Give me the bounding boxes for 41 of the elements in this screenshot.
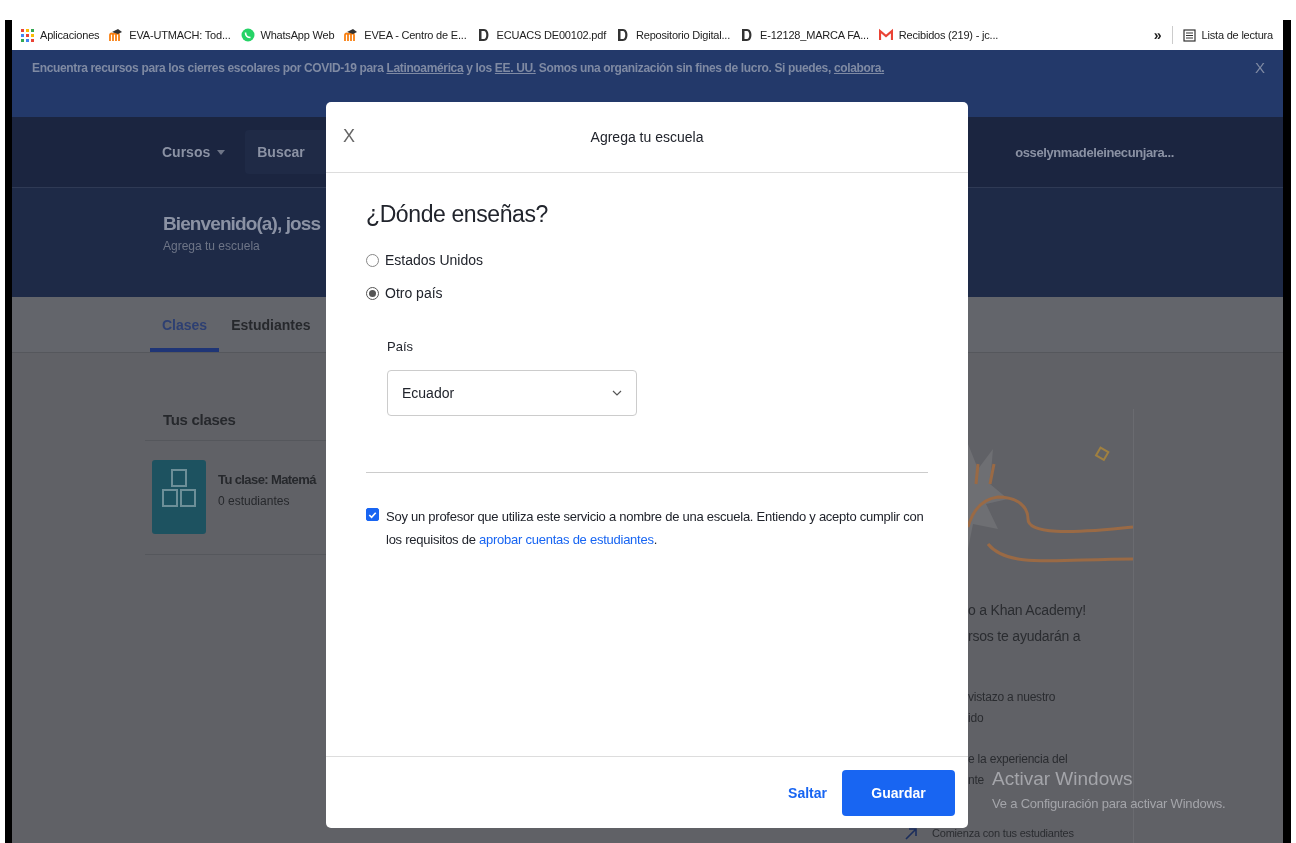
notice-text: Ve a Configuración para activar Windows. — [992, 796, 1226, 811]
cubes-icon — [152, 460, 206, 534]
reading-list-button[interactable]: Lista de lectura — [1182, 28, 1273, 42]
user-name[interactable]: osselynmadeleinecunjara... — [1015, 144, 1174, 160]
notice-title: Activar Windows — [992, 768, 1134, 790]
welcome-subtitle: Agrega tu escuela — [163, 239, 261, 253]
bookmark[interactable]: Repositorio Digital... — [616, 28, 731, 42]
skip-button[interactable]: Saltar — [786, 784, 829, 801]
letter-d-icon — [476, 28, 491, 42]
chevron-icon — [612, 390, 622, 396]
field-label: País — [387, 339, 414, 354]
bookmark[interactable]: Aplicaciones — [20, 28, 100, 42]
bookmark[interactable]: EVEA - Centro de E... — [344, 28, 467, 42]
arrow-icon — [905, 827, 917, 840]
student-count: 0 estudiantes — [218, 494, 291, 508]
chat-bubble-icon — [240, 28, 255, 42]
dialog-title: Agrega tu escuela — [590, 129, 704, 145]
more-bookmarks-button[interactable]: » — [1153, 27, 1162, 43]
country-dropdown[interactable]: Ecuador — [387, 370, 637, 416]
hat-logo-icon — [344, 28, 359, 42]
option-label[interactable]: Estados Unidos — [385, 252, 484, 268]
close-button[interactable]: X — [343, 126, 355, 147]
courses-menu[interactable]: Cursos — [162, 144, 226, 160]
agreement-text: Soy un profesor que utiliza este servicio a nombre de una escuela. Entiendo y acepto cumplir con los requisitos de aprobar cuentas de estudiantes. — [386, 508, 925, 549]
apps-grid-icon — [20, 28, 34, 42]
bookmark[interactable]: WhatsApp Web — [240, 28, 335, 42]
checkbox[interactable] — [366, 508, 379, 521]
bookmark[interactable]: E-12128_MARCA FA... — [740, 28, 869, 42]
list-icon — [1182, 28, 1196, 42]
hat-logo-icon — [109, 28, 124, 42]
question-heading: ¿Dónde enseñas? — [366, 201, 549, 228]
caret-icon — [217, 149, 226, 155]
banner-text: Encuentra recursos para los cierres escolares por COVID-19 para Latinoamérica y los EE. UU. Somos una organización sin fines de lucro. Si puedes, colabora. — [32, 61, 886, 75]
bookmark[interactable]: Recibidos (219) - jc... — [878, 28, 999, 42]
option-label[interactable]: Otro país — [385, 285, 443, 301]
welcome-title: Bienvenido(a), joss — [163, 213, 321, 235]
bookmark[interactable]: EVA-UTMACH: Tod... — [109, 28, 231, 42]
link[interactable]: aprobar cuentas de estudiantes — [479, 532, 654, 547]
envelope-icon — [878, 28, 893, 42]
bookmark[interactable]: ECUACS DE00102.pdf — [476, 28, 607, 42]
save-button[interactable]: Guardar — [842, 769, 955, 816]
